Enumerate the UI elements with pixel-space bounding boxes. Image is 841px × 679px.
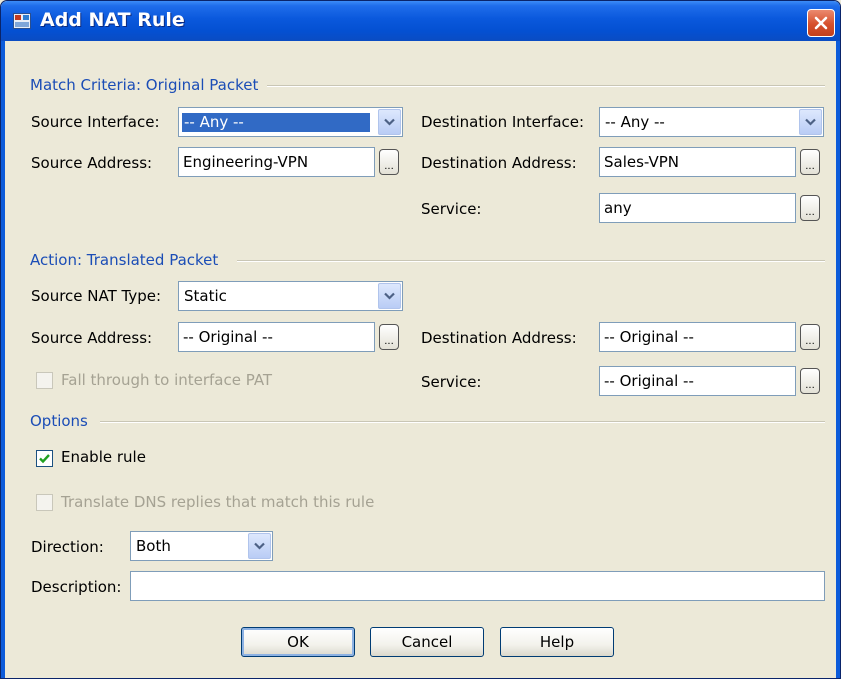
description-field[interactable] bbox=[130, 571, 825, 601]
source-interface-value: -- Any -- bbox=[182, 113, 370, 132]
match-criteria-section-title: Match Criteria: Original Packet bbox=[30, 76, 259, 94]
service-label: Service: bbox=[421, 200, 482, 218]
source-address-value: Engineering-VPN bbox=[183, 153, 309, 171]
direction-value: Both bbox=[136, 537, 171, 555]
source-address-label: Source Address: bbox=[31, 154, 153, 172]
browse-label: ... bbox=[805, 336, 815, 347]
destination-interface-label: Destination Interface: bbox=[421, 113, 585, 131]
description-label: Description: bbox=[31, 578, 122, 596]
source-interface-label: Source Interface: bbox=[31, 113, 160, 131]
translated-destination-address-browse-button[interactable]: ... bbox=[800, 324, 820, 350]
chevron-down-icon bbox=[254, 542, 265, 550]
translated-service-value: -- Original -- bbox=[604, 372, 694, 390]
direction-label: Direction: bbox=[31, 538, 104, 556]
translated-destination-address-value: -- Original -- bbox=[604, 328, 694, 346]
enable-rule-label: Enable rule bbox=[61, 448, 146, 466]
browse-label: ... bbox=[384, 336, 394, 347]
service-field[interactable]: any bbox=[599, 193, 796, 223]
source-nat-type-label: Source NAT Type: bbox=[31, 287, 162, 305]
translated-service-label: Service: bbox=[421, 373, 482, 391]
source-nat-type-value: Static bbox=[184, 287, 227, 305]
translated-destination-address-label: Destination Address: bbox=[421, 329, 577, 347]
browse-label: ... bbox=[805, 161, 815, 172]
service-browse-button[interactable]: ... bbox=[800, 195, 820, 221]
help-button[interactable]: Help bbox=[500, 627, 614, 657]
close-button[interactable] bbox=[807, 9, 835, 37]
destination-interface-dropdown-button[interactable] bbox=[799, 109, 822, 135]
window-frame-left bbox=[1, 41, 5, 678]
title-bar[interactable]: Add NAT Rule bbox=[1, 1, 840, 41]
fall-through-pat-label: Fall through to interface PAT bbox=[61, 371, 273, 389]
translated-source-address-value: -- Original -- bbox=[183, 328, 273, 346]
chevron-down-icon bbox=[805, 118, 816, 126]
options-section-title: Options bbox=[30, 412, 88, 430]
destination-interface-select[interactable]: -- Any -- bbox=[599, 107, 824, 137]
match-criteria-separator bbox=[267, 85, 825, 87]
cancel-button[interactable]: Cancel bbox=[370, 627, 484, 657]
translated-source-address-field[interactable]: -- Original -- bbox=[178, 322, 375, 352]
source-nat-type-select[interactable]: Static bbox=[178, 281, 403, 311]
service-value: any bbox=[604, 199, 632, 217]
translated-destination-address-field[interactable]: -- Original -- bbox=[599, 322, 796, 352]
direction-dropdown-button[interactable] bbox=[248, 533, 271, 559]
dialog-title: Add NAT Rule bbox=[40, 9, 185, 31]
source-interface-select[interactable]: -- Any -- bbox=[178, 107, 403, 137]
source-nat-type-dropdown-button[interactable] bbox=[378, 283, 401, 309]
browse-label: ... bbox=[384, 161, 394, 172]
add-nat-rule-dialog: Add NAT Rule Match Criteria: Original Pa… bbox=[0, 0, 841, 679]
source-interface-dropdown-button[interactable] bbox=[378, 109, 401, 135]
nat-rule-app-icon bbox=[13, 13, 31, 29]
translate-dns-label: Translate DNS replies that match this ru… bbox=[61, 493, 375, 511]
browse-label: ... bbox=[805, 207, 815, 218]
ok-button[interactable]: OK bbox=[241, 627, 355, 657]
chevron-down-icon bbox=[384, 292, 395, 300]
window-frame-right bbox=[836, 41, 840, 678]
close-icon bbox=[814, 16, 828, 30]
action-section-title: Action: Translated Packet bbox=[30, 251, 219, 269]
direction-select[interactable]: Both bbox=[130, 531, 273, 561]
translated-source-address-label: Source Address: bbox=[31, 329, 153, 347]
translate-dns-checkbox[interactable] bbox=[36, 494, 53, 511]
action-separator bbox=[237, 260, 825, 262]
translated-service-browse-button[interactable]: ... bbox=[800, 368, 820, 394]
options-separator bbox=[100, 421, 825, 423]
enable-rule-checkbox[interactable] bbox=[36, 450, 53, 467]
source-address-field[interactable]: Engineering-VPN bbox=[178, 147, 375, 177]
fall-through-pat-checkbox[interactable] bbox=[36, 372, 53, 389]
destination-address-label: Destination Address: bbox=[421, 154, 577, 172]
source-address-browse-button[interactable]: ... bbox=[379, 149, 399, 175]
destination-address-browse-button[interactable]: ... bbox=[800, 149, 820, 175]
browse-label: ... bbox=[805, 380, 815, 391]
chevron-down-icon bbox=[384, 118, 395, 126]
translated-service-field[interactable]: -- Original -- bbox=[599, 366, 796, 396]
destination-address-field[interactable]: Sales-VPN bbox=[599, 147, 796, 177]
destination-address-value: Sales-VPN bbox=[604, 153, 679, 171]
checkmark-icon bbox=[39, 454, 50, 464]
translated-source-address-browse-button[interactable]: ... bbox=[379, 324, 399, 350]
destination-interface-value: -- Any -- bbox=[605, 113, 665, 131]
